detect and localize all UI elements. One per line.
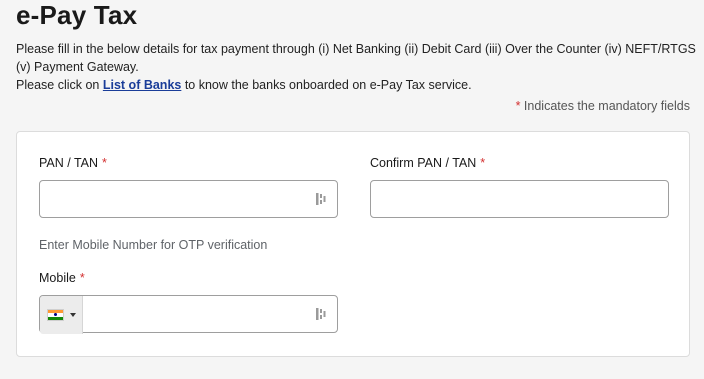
required-star: *: [102, 156, 107, 170]
pan-tan-label-text: PAN / TAN: [39, 156, 99, 170]
otp-helper-text: Enter Mobile Number for OTP verification: [39, 238, 268, 252]
confirm-pan-tan-label: Confirm PAN / TAN *: [370, 156, 485, 170]
intro-line-2-suffix: to know the banks onboarded on e-Pay Tax…: [181, 78, 472, 92]
mobile-label: Mobile *: [39, 271, 85, 285]
required-star: *: [79, 271, 85, 285]
mandatory-fields-note: * Indicates the mandatory fields: [516, 99, 690, 113]
confirm-pan-tan-input[interactable]: [370, 180, 669, 218]
mobile-label-text: Mobile: [39, 271, 76, 285]
caret-down-icon: [70, 313, 76, 317]
intro-line-1: Please fill in the below details for tax…: [16, 42, 696, 74]
payment-details-card: PAN / TAN * Confirm PAN / TAN * Enter Mobi…: [16, 131, 690, 357]
intro-text: Please fill in the below details for tax…: [16, 40, 696, 94]
pan-tan-input[interactable]: [39, 180, 338, 218]
mandatory-note-text: Indicates the mandatory fields: [520, 99, 690, 113]
country-code-selector[interactable]: [40, 296, 83, 334]
page-title: e-Pay Tax: [16, 0, 138, 30]
india-flag-icon: [47, 309, 64, 321]
intro-line-2: Please click on List of Banks to know th…: [16, 76, 696, 94]
pan-tan-label: PAN / TAN *: [39, 156, 107, 170]
keyboard-icon[interactable]: [315, 192, 327, 206]
required-star: *: [480, 156, 486, 170]
list-of-banks-link[interactable]: List of Banks: [103, 78, 182, 92]
intro-line-2-prefix: Please click on: [16, 78, 103, 92]
confirm-pan-tan-label-text: Confirm PAN / TAN: [370, 156, 477, 170]
mobile-input[interactable]: [39, 295, 338, 334]
keyboard-icon[interactable]: [315, 307, 327, 321]
epay-tax-page: e-Pay Tax Please fill in the below detai…: [0, 0, 704, 379]
